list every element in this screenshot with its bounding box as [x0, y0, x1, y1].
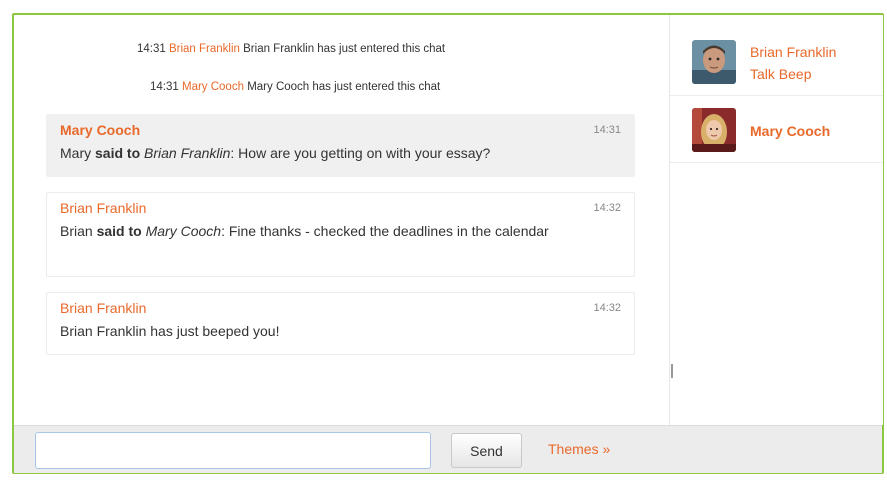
message-body: Brian said to Mary Cooch: Fine thanks - … — [60, 223, 549, 239]
message-body: Mary said to Brian Franklin: How are you… — [60, 145, 491, 161]
user-list-item: Mary Cooch — [670, 96, 883, 163]
chat-messages-pane[interactable]: 14:31 Brian Franklin Brian Franklin has … — [14, 15, 669, 425]
users-list: Brian Franklin Talk Beep Mary Cooch — [669, 15, 883, 425]
message-body: Brian Franklin has just beeped you! — [60, 323, 280, 339]
system-message-time: 14:31 — [150, 81, 179, 93]
system-message-user[interactable]: Mary Cooch — [182, 81, 244, 93]
message-input[interactable] — [35, 432, 431, 469]
system-message-text: Brian Franklin has just entered this cha… — [243, 43, 446, 55]
system-message-time: 14:31 — [137, 43, 166, 55]
themes-link[interactable]: Themes » — [548, 441, 610, 457]
system-message: 14:31 Brian Franklin Brian Franklin has … — [137, 43, 445, 55]
user-list-item: Brian Franklin Talk Beep — [670, 29, 883, 96]
system-message: 14:31 Mary Cooch Mary Cooch has just ent… — [150, 81, 440, 93]
message-time: 14:32 — [593, 202, 621, 214]
message-time: 14:31 — [593, 124, 621, 136]
message-sender[interactable]: Mary Cooch — [60, 122, 140, 138]
message-sender[interactable]: Brian Franklin — [60, 300, 146, 316]
message-sender[interactable]: Brian Franklin — [60, 200, 146, 216]
resize-handle[interactable] — [671, 364, 673, 378]
chat-message: Brian Franklin 14:32 Brian said to Mary … — [46, 192, 635, 277]
user-name[interactable]: Brian Franklin — [750, 41, 836, 63]
message-time: 14:32 — [593, 302, 621, 314]
chat-window: 14:31 Brian Franklin Brian Franklin has … — [12, 13, 884, 474]
system-message-text: Mary Cooch has just entered this chat — [247, 81, 441, 93]
avatar[interactable] — [692, 108, 736, 152]
input-bar: Send Themes » — [14, 425, 882, 473]
avatar[interactable] — [692, 40, 736, 84]
talk-beep-link[interactable]: Talk Beep — [750, 63, 811, 85]
chat-message: Mary Cooch 14:31 Mary said to Brian Fran… — [46, 114, 635, 177]
send-button[interactable]: Send — [451, 433, 522, 468]
user-name[interactable]: Mary Cooch — [750, 120, 830, 142]
chat-message: Brian Franklin 14:32 Brian Franklin has … — [46, 292, 635, 355]
system-message-user[interactable]: Brian Franklin — [169, 43, 240, 55]
